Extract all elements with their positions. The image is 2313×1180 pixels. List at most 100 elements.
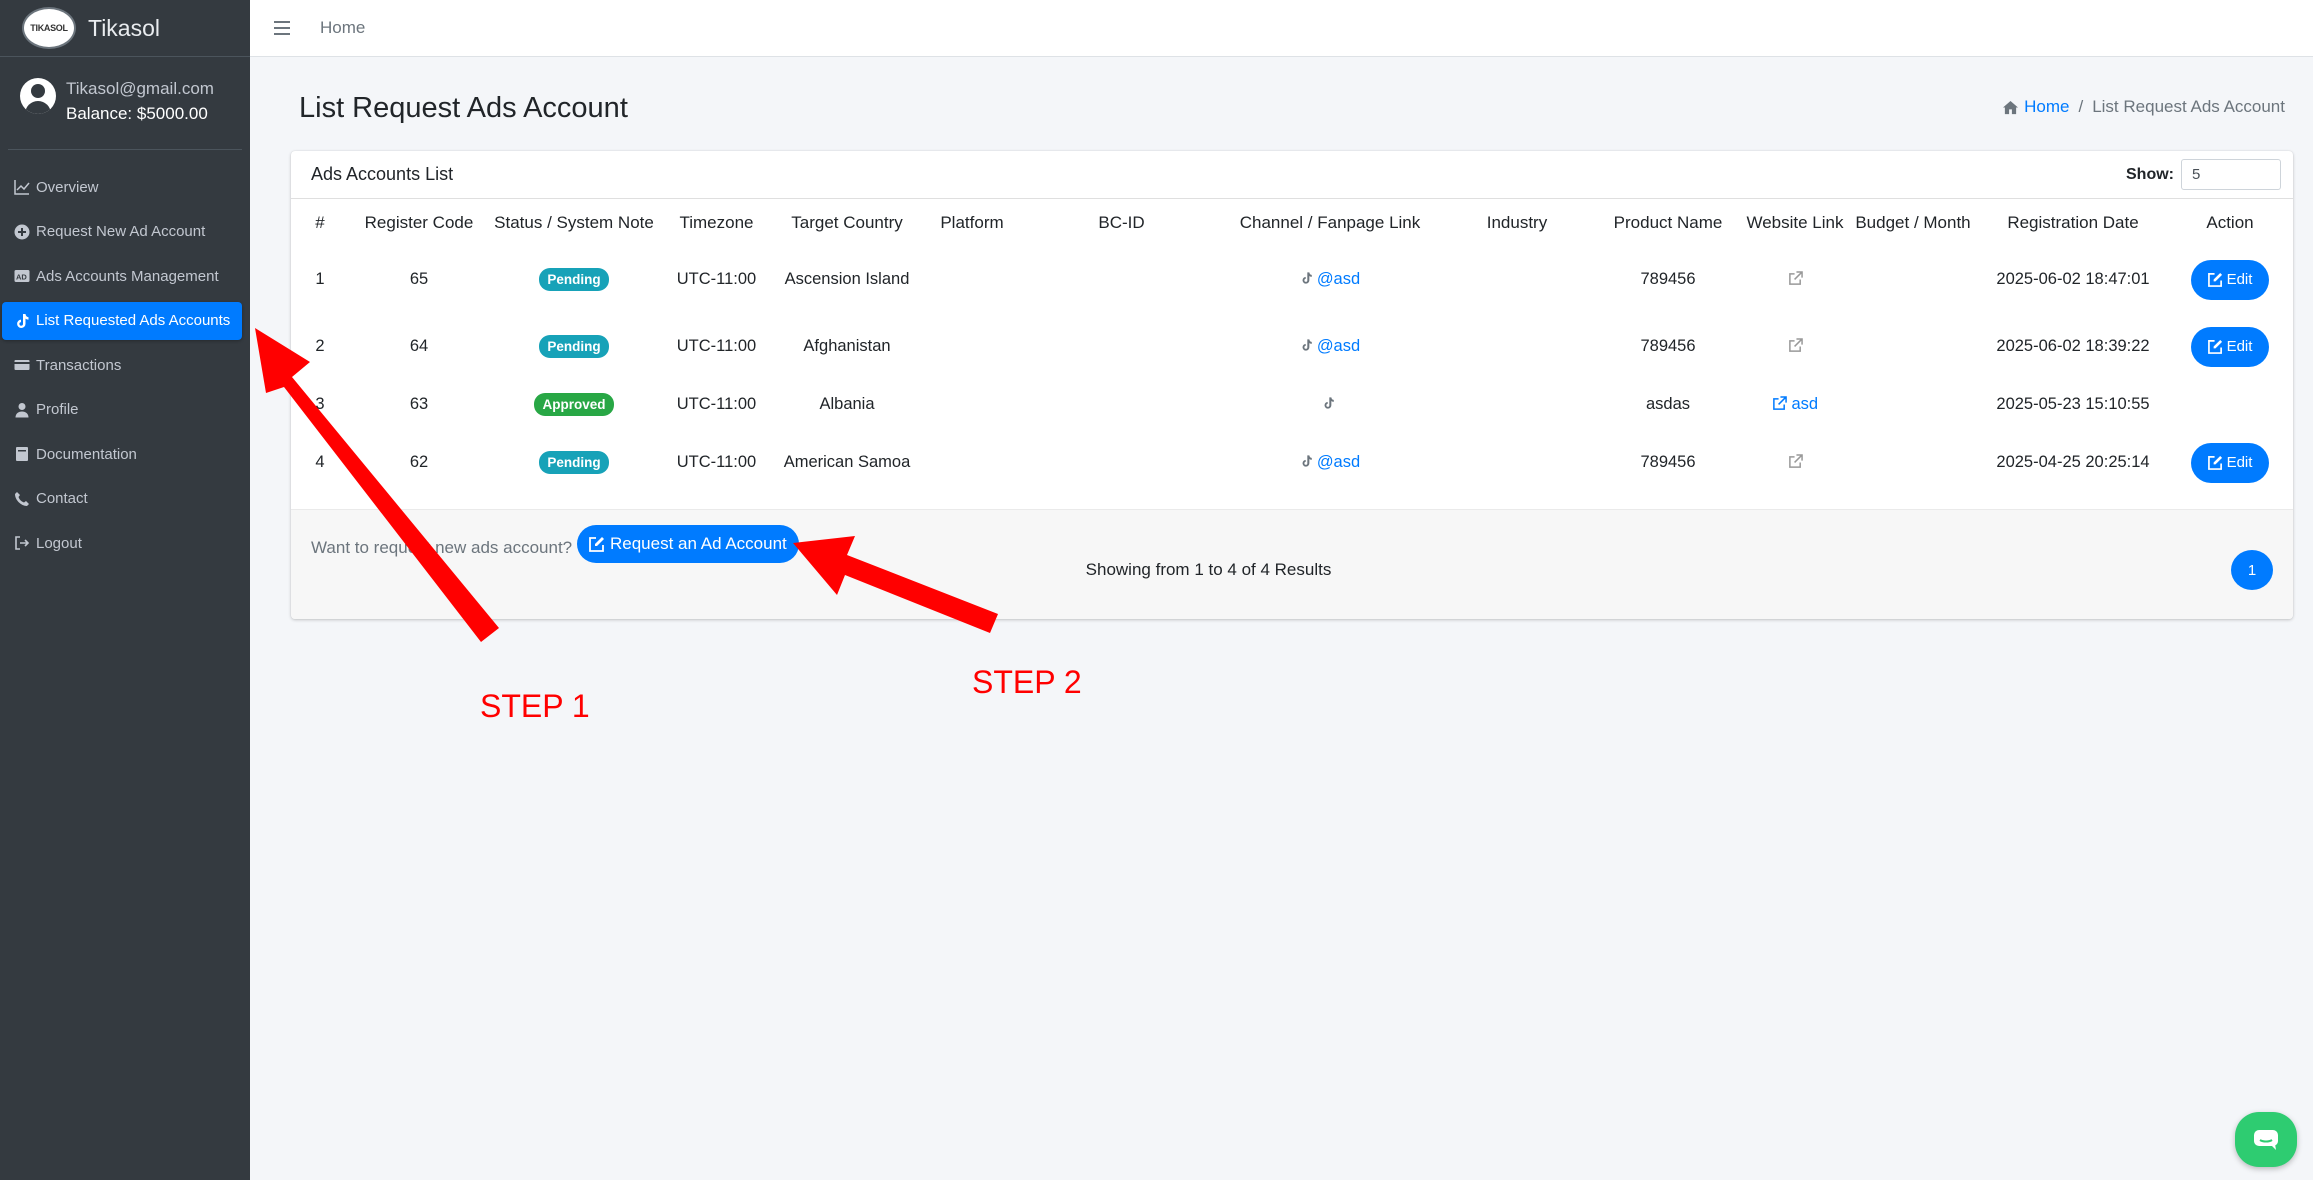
sidebar-item-label: Ads Accounts Management (36, 267, 219, 285)
target-country: American Samoa (783, 453, 911, 471)
card-header: Ads Accounts List Show: (291, 151, 2293, 199)
tiktok-icon (1302, 455, 1312, 467)
registration-date: 2025-06-02 18:39:22 (1996, 337, 2150, 355)
tiktok-icon (12, 312, 31, 330)
timezone: UTC-11:00 (676, 453, 757, 471)
book-icon (12, 445, 31, 463)
sidebar-item-profile[interactable]: Profile (2, 391, 242, 429)
channel-link[interactable]: @asd (1300, 337, 1360, 355)
card-title: Ads Accounts List (311, 164, 454, 184)
money-bill-icon (12, 356, 31, 374)
action-cell: Edit (2167, 429, 2293, 496)
external-link-icon[interactable] (1788, 338, 1803, 353)
edit-button[interactable]: Edit (2190, 326, 2270, 367)
brand-name: Tikasol (88, 14, 160, 41)
sidebar-item-list-requested[interactable]: List Requested Ads Accounts (2, 301, 242, 340)
website-cell: asd (1743, 380, 1847, 429)
register-code: 65 (409, 270, 429, 288)
show-count-input[interactable] (2181, 159, 2281, 190)
phone-icon (12, 490, 31, 508)
product-name: 789456 (1640, 337, 1696, 355)
sidebar-item-label: Logout (36, 534, 82, 552)
channel-link[interactable]: @asd (1300, 270, 1360, 288)
external-link-icon[interactable] (1788, 454, 1803, 469)
request-prompt-text: Want to request new ads account? (311, 538, 573, 557)
col-header: Register Code (364, 212, 474, 232)
platform (920, 429, 1024, 496)
sidebar-item-label: Documentation (36, 445, 137, 463)
channel-cell (1219, 380, 1441, 429)
action-cell: Edit (2167, 246, 2293, 313)
chat-widget-button[interactable] (2235, 1112, 2297, 1167)
col-header: Budget / Month (1855, 212, 1971, 232)
status-badge: Pending (539, 451, 609, 474)
sidebar-item-transactions[interactable]: Transactions (2, 346, 242, 384)
sign-out-icon (12, 534, 31, 552)
request-button-label: Request an Ad Account (610, 534, 787, 553)
website-link[interactable]: asd (1772, 395, 1818, 413)
tiktok-icon[interactable] (1322, 396, 1335, 410)
table-row: 3 63 Approved UTC-11:00 Albania asdas as… (291, 380, 2293, 429)
col-header: Channel / Fanpage Link (1239, 212, 1421, 232)
edit-label: Edit (2226, 338, 2253, 355)
industry (1441, 380, 1593, 429)
sidebar-item-contact[interactable]: Contact (2, 480, 242, 518)
hamburger-menu-icon[interactable] (274, 21, 290, 35)
channel-cell: @asd (1219, 246, 1441, 313)
sidebar-item-overview[interactable]: Overview (2, 168, 242, 206)
platform (920, 313, 1024, 380)
request-ad-account-button[interactable]: Request an Ad Account (577, 525, 799, 563)
sidebar-item-label: Overview (36, 178, 99, 196)
plus-circle-icon (12, 223, 31, 241)
top-home-link[interactable]: Home (320, 18, 365, 38)
step1-label: STEP 1 (480, 688, 590, 724)
budget (1847, 429, 1979, 496)
user-panel: Tikasol@gmail.com Balance: $5000.00 (8, 57, 242, 150)
product-name: asdas (1645, 395, 1691, 413)
status-cell: Pending (489, 313, 659, 380)
sidebar-nav: Overview Request New Ad Account AD Ads A… (0, 150, 250, 562)
brand-logo-text: TIKASOL (30, 23, 68, 33)
user-email[interactable]: Tikasol@gmail.com (66, 79, 214, 99)
table-row: 4 62 Pending UTC-11:00 American Samoa @a… (291, 429, 2293, 496)
external-link-icon[interactable] (1788, 271, 1803, 286)
target-country: Ascension Island (784, 270, 910, 288)
avatar (20, 78, 56, 114)
edit-icon (2207, 455, 2222, 470)
edit-button[interactable]: Edit (2190, 259, 2270, 300)
brand-link[interactable]: TIKASOL Tikasol (0, 0, 250, 57)
sidebar-item-logout[interactable]: Logout (2, 524, 242, 562)
bc-id (1024, 429, 1219, 496)
edit-label: Edit (2226, 454, 2253, 471)
ads-accounts-table: # Register Code Status / System Note Tim… (291, 199, 2293, 496)
status-cell: Pending (489, 246, 659, 313)
channel-cell: @asd (1219, 429, 1441, 496)
sidebar-item-request-new[interactable]: Request New Ad Account (2, 213, 242, 251)
sidebar-item-documentation[interactable]: Documentation (2, 435, 242, 473)
action-cell: Edit (2167, 313, 2293, 380)
register-code: 62 (409, 453, 429, 471)
brand-logo: TIKASOL (22, 7, 76, 49)
show-label: Show: (2126, 165, 2174, 183)
budget (1847, 380, 1979, 429)
channel-handle: @asd (1316, 270, 1361, 288)
timezone: UTC-11:00 (676, 337, 757, 355)
ads-accounts-card: Ads Accounts List Show: # Register Code … (291, 151, 2293, 619)
breadcrumb-home[interactable]: Home (2002, 97, 2069, 117)
pagination-page-1[interactable]: 1 (2231, 550, 2273, 590)
channel-link[interactable]: @asd (1300, 453, 1360, 471)
industry (1441, 313, 1593, 380)
user-icon (12, 401, 31, 419)
target-country: Albania (819, 395, 875, 413)
sidebar: TIKASOL Tikasol Tikasol@gmail.com Balanc… (0, 0, 250, 1180)
edit-button[interactable]: Edit (2190, 442, 2270, 483)
table-header-row: # Register Code Status / System Note Tim… (291, 199, 2293, 246)
channel-cell: @asd (1219, 313, 1441, 380)
ad-icon: AD (12, 267, 31, 285)
channel-handle: @asd (1316, 337, 1361, 355)
tiktok-icon (1302, 339, 1312, 351)
sidebar-item-ads-management[interactable]: AD Ads Accounts Management (2, 257, 242, 295)
edit-icon (589, 537, 604, 552)
register-code: 64 (409, 337, 429, 355)
edit-icon (2207, 272, 2222, 287)
